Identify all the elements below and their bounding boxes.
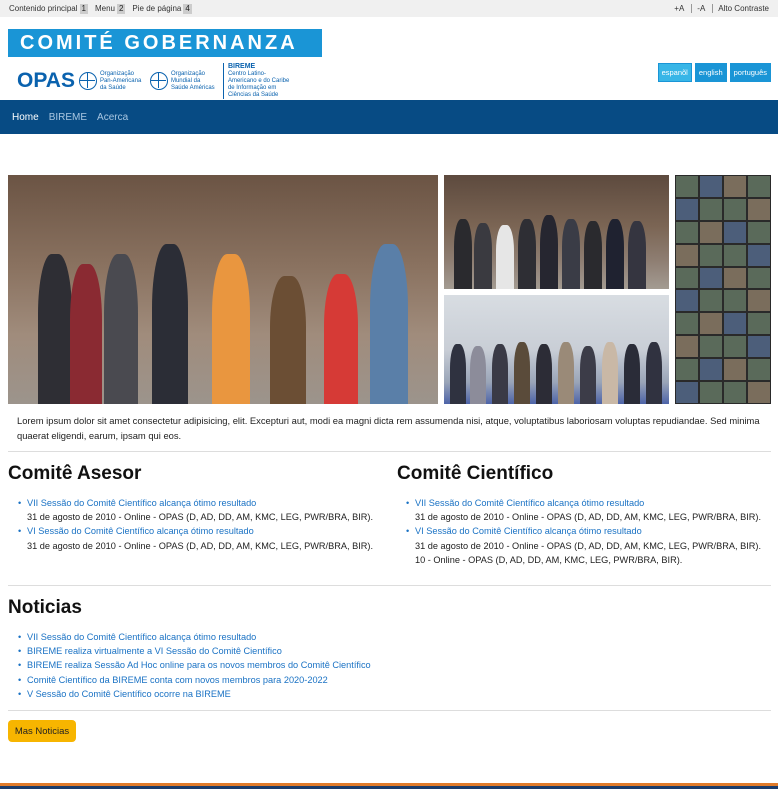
divider xyxy=(8,585,771,586)
asesor-heading: Comitê Asesor xyxy=(8,463,142,484)
news-link-3[interactable]: BIREME realiza Sessão Ad Hoc online para… xyxy=(27,660,371,670)
accessibility-bar: Contenido principal 1 Menu 2 Pie de página… xyxy=(0,0,778,17)
news-heading: Noticias xyxy=(8,597,82,618)
skip-link-label: Contenido principal xyxy=(9,4,78,13)
cientifico-list: VII Sessão do Comitê Científico alcança … xyxy=(398,496,768,567)
cientifico-heading: Comitê Científico xyxy=(397,463,554,484)
opas-logo[interactable]: OPAS xyxy=(17,69,75,93)
nav-bireme[interactable]: BIREME xyxy=(49,112,87,123)
shortcut-key: 1 xyxy=(79,3,88,14)
asesor-link-2[interactable]: VI Sessão do Comitê Científico alcança ó… xyxy=(27,526,254,536)
shortcut-key: 4 xyxy=(183,3,192,14)
news-link-5[interactable]: V Sessão do Comitê Científico ocorre na … xyxy=(27,689,231,699)
news-link-1[interactable]: VII Sessão do Comitê Científico alcança … xyxy=(27,632,256,642)
lang-english[interactable]: english xyxy=(694,63,727,82)
increase-font-button[interactable]: +A xyxy=(674,4,684,13)
skip-link-content[interactable]: Contenido principal 1 xyxy=(9,3,88,14)
intro-text: Lorem ipsum dolor sit amet consectetur a… xyxy=(17,415,760,441)
asesor-list: VII Sessão do Comitê Científico alcança … xyxy=(10,496,380,553)
more-news-button[interactable]: Mas Noticias xyxy=(8,720,76,742)
skip-link-label: Pie de página xyxy=(132,4,182,13)
skip-link-menu[interactable]: Menu 2 xyxy=(94,3,126,14)
who-emblem-icon xyxy=(149,72,168,90)
bireme-name: BIREME xyxy=(227,63,256,70)
list-item: VII Sessão do Comitê Científico alcança … xyxy=(398,496,768,524)
list-item: BIREME realiza virtualmente a VI Sessão … xyxy=(10,644,610,658)
language-selector: espanõl english português xyxy=(657,63,771,82)
item-meta: 10 - Online - OPAS (D, AD, DD, AM, KMC, … xyxy=(415,554,683,565)
cientifico-link-2[interactable]: VI Sessão do Comitê Científico alcança ó… xyxy=(415,526,642,536)
who-name: Organização Mundial da Saúde Américas xyxy=(170,70,215,91)
list-item: VI Sessão do Comitê Científico alcança ó… xyxy=(10,524,380,552)
lang-portuguese[interactable]: português xyxy=(729,63,771,82)
news-list: VII Sessão do Comitê Científico alcança … xyxy=(10,630,610,701)
bireme-description: Centro Latino-Americano e do Caribe de I… xyxy=(227,71,290,98)
lang-spanish[interactable]: espanõl xyxy=(657,63,692,82)
paho-emblem-icon xyxy=(78,72,97,90)
decrease-font-button[interactable]: -A xyxy=(691,4,705,13)
news-link-2[interactable]: BIREME realiza virtualmente a VI Sessão … xyxy=(27,646,282,656)
news-link-4[interactable]: Comitê Científico da BIREME conta com no… xyxy=(27,675,328,685)
paho-name: Organização Pan-Americana da Saúde xyxy=(99,70,142,91)
meeting-photo xyxy=(444,295,669,404)
accessibility-controls: +A -A Alto Contraste xyxy=(667,4,769,13)
nav-acerca[interactable]: Acerca xyxy=(97,112,128,123)
item-meta: 31 de agosto de 2010 - Online - OPAS (D,… xyxy=(415,540,762,551)
list-item: BIREME realiza Sessão Ad Hoc online para… xyxy=(10,658,610,672)
divider xyxy=(8,710,771,711)
item-meta: 31 de agosto de 2010 - Online - OPAS (D,… xyxy=(27,512,374,523)
item-meta: 31 de agosto de 2010 - Online - OPAS (D,… xyxy=(27,540,374,551)
list-item: VII Sessão do Comitê Científico alcança … xyxy=(10,496,380,524)
skip-links: Contenido principal 1 Menu 2 Pie de página… xyxy=(9,3,199,14)
list-item: VII Sessão do Comitê Científico alcança … xyxy=(10,630,610,644)
group-photo-top xyxy=(444,175,669,289)
video-call-grid xyxy=(675,175,771,404)
skip-link-label: Menu xyxy=(94,4,115,13)
divider xyxy=(8,451,771,452)
high-contrast-button[interactable]: Alto Contraste xyxy=(712,4,769,13)
site-header: COMITÉ GOBERNANZA OPAS Organização Pan-A… xyxy=(0,17,778,100)
main-nav: Home BIREME Acerca xyxy=(0,100,778,134)
brand-title[interactable]: COMITÉ GOBERNANZA xyxy=(8,29,322,57)
cientifico-link-1[interactable]: VII Sessão do Comitê Científico alcança … xyxy=(415,498,644,508)
list-item: VI Sessão do Comitê Científico alcança ó… xyxy=(398,524,768,567)
asesor-link-1[interactable]: VII Sessão do Comitê Científico alcança … xyxy=(27,498,256,508)
partner-logos: OPAS Organização Pan-Americana da Saúde … xyxy=(17,63,293,99)
list-item: V Sessão do Comitê Científico ocorre na … xyxy=(10,687,610,701)
item-meta: 31 de agosto de 2010 - Online - OPAS (D,… xyxy=(415,512,762,523)
nav-home[interactable]: Home xyxy=(12,112,39,123)
group-photo-main xyxy=(8,175,438,404)
list-item: Comitê Científico da BIREME conta com no… xyxy=(10,673,610,687)
bireme-logo: BIREME Centro Latino-Americano e do Carib… xyxy=(222,63,293,99)
shortcut-key: 2 xyxy=(116,3,126,14)
skip-link-footer[interactable]: Pie de página 4 xyxy=(132,3,192,14)
